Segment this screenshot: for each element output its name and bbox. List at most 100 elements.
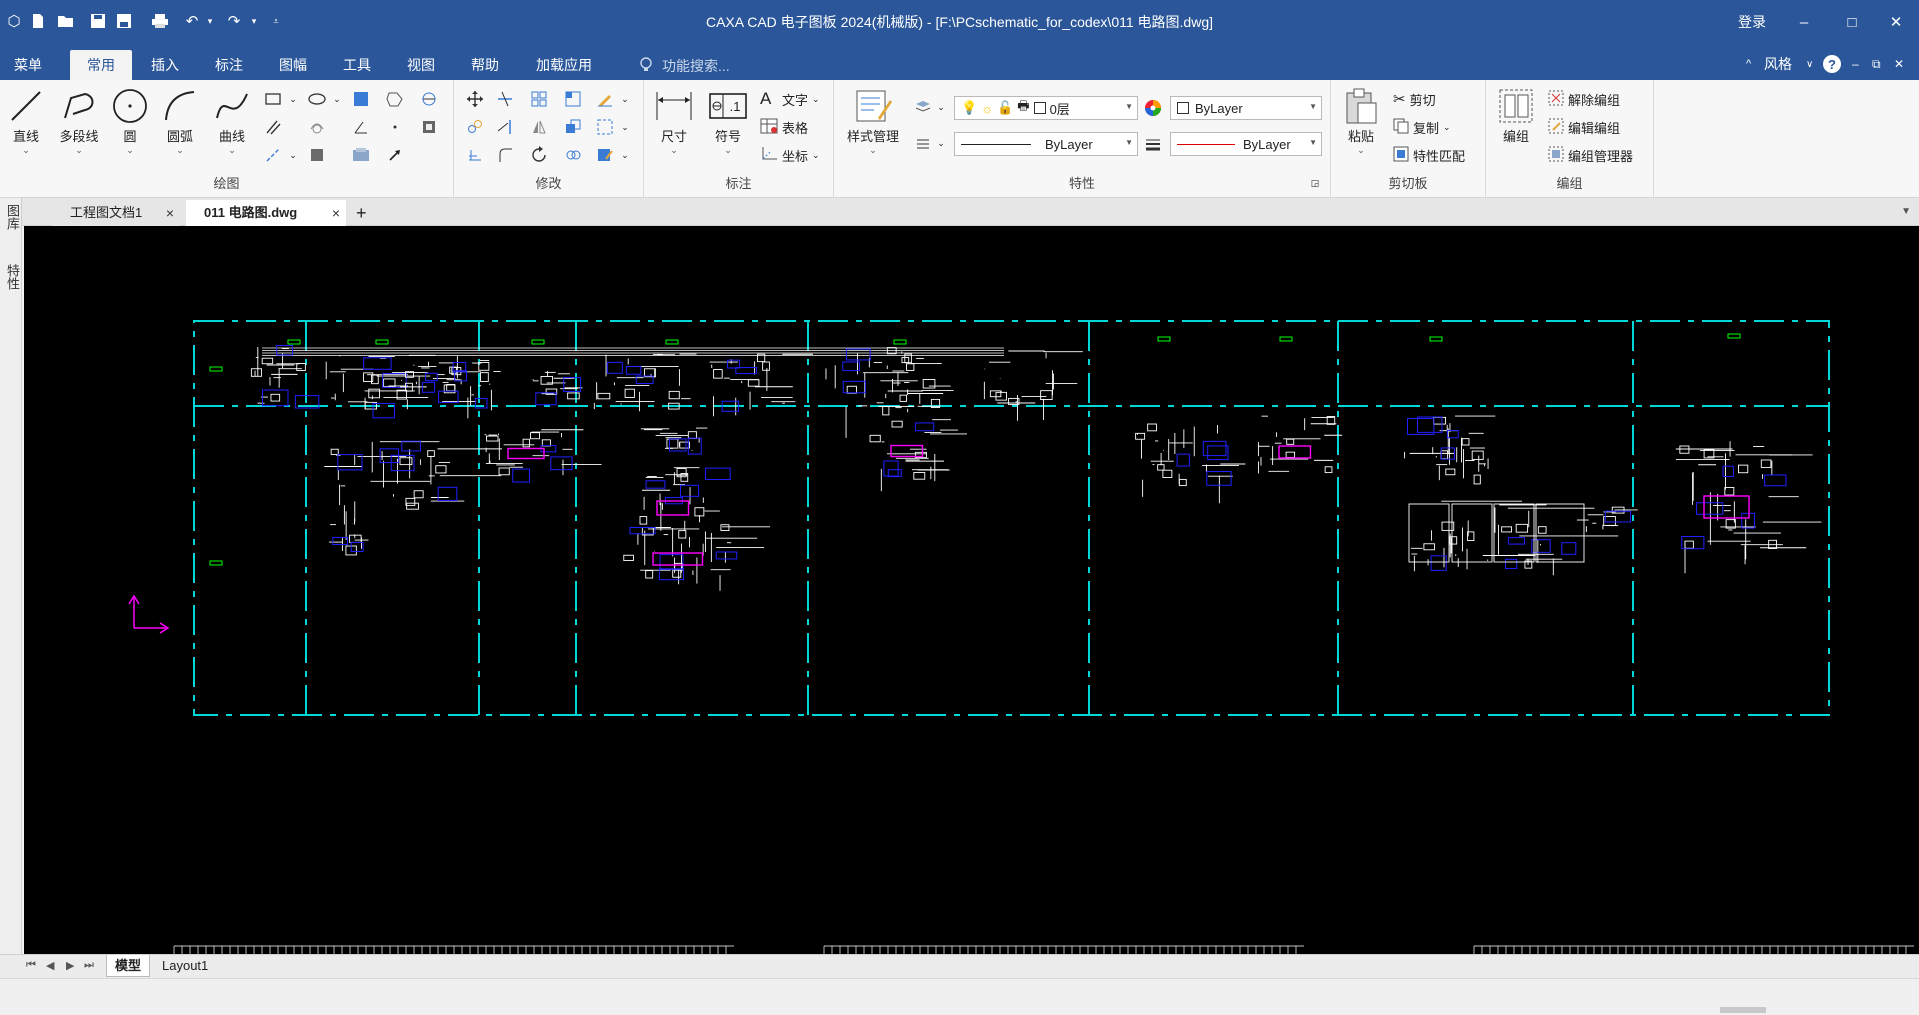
hatch-icon[interactable] (350, 88, 372, 110)
drawing-canvas[interactable] (24, 226, 1919, 954)
close-icon[interactable]: × (166, 200, 174, 226)
explode-icon[interactable] (562, 144, 584, 166)
component-box (869, 434, 881, 443)
match-properties-button[interactable]: 特性匹配 (1393, 144, 1465, 166)
tab-menu[interactable]: 菜单 (2, 50, 54, 80)
next-layout-icon[interactable]: ▶ (66, 959, 74, 972)
layer-combo[interactable]: 💡 ☼ 🔓 🖶 0层 ▼ (954, 96, 1138, 120)
mirror-icon[interactable] (528, 116, 550, 138)
arrow-draw-icon[interactable] (384, 144, 406, 166)
ellipse-icon[interactable] (306, 88, 328, 110)
prev-layout-icon[interactable]: ◀ (46, 959, 54, 972)
dimension-button[interactable]: 尺寸 ⌄ (652, 86, 696, 155)
centerline-dropdown-icon[interactable]: ⌄ (282, 144, 304, 166)
login-link[interactable]: 登录 (1738, 12, 1766, 32)
edit-pen-dropdown-icon[interactable]: ⌄ (614, 88, 636, 110)
dot-icon[interactable] (384, 116, 406, 138)
table-button[interactable]: 表格 (760, 116, 808, 138)
close-icon[interactable]: ✕ (1876, 8, 1916, 36)
coordinate-button[interactable]: 坐标 ⌄ (760, 144, 820, 166)
rotate-icon[interactable] (528, 144, 550, 166)
rectangle-dropdown-icon[interactable]: ⌄ (282, 88, 304, 110)
center-mark-icon[interactable] (418, 88, 440, 110)
break-dropdown-icon[interactable]: ⌄ (614, 116, 636, 138)
fill-icon[interactable] (306, 144, 328, 166)
trim-icon[interactable] (494, 88, 516, 110)
style-manager-button[interactable]: 样式管理 ⌄ (840, 86, 906, 155)
copy-object-icon[interactable] (464, 116, 486, 138)
circle-button[interactable]: 圆 ⌄ (108, 86, 152, 155)
edit-pen-icon[interactable] (594, 88, 616, 110)
close-icon[interactable]: × (332, 200, 340, 226)
text-button[interactable]: A 文字 ⌄ (760, 88, 820, 110)
polygon-icon[interactable] (384, 88, 406, 110)
stretch-icon[interactable] (562, 116, 584, 138)
rectangle-icon[interactable] (262, 88, 284, 110)
library-panel-tab[interactable]: 图库 (3, 204, 22, 230)
first-layout-icon[interactable]: ⏮ (26, 959, 36, 972)
linetype-combo[interactable]: ByLayer ▼ (954, 132, 1138, 156)
last-layout-icon[interactable]: ⏭ (84, 959, 94, 972)
point-icon[interactable] (306, 116, 328, 138)
image-icon[interactable] (350, 144, 372, 166)
block-icon[interactable] (418, 116, 440, 138)
cut-button[interactable]: ✂ 剪切 (1393, 88, 1436, 110)
doc-minimize-icon[interactable]: – (1852, 52, 1859, 76)
doc-tab-drawing1[interactable]: 工程图文档1 × (52, 200, 180, 226)
ungroup-button[interactable]: 解除编组 (1548, 88, 1620, 110)
properties-panel-tab[interactable]: 特性 (3, 264, 22, 290)
edit-box-dropdown-icon[interactable]: ⌄ (614, 144, 636, 166)
scale-box-icon[interactable] (562, 88, 584, 110)
group-manager-button[interactable]: 编组管理器 (1548, 144, 1633, 166)
tab-load-apps[interactable]: 加载应用 (526, 50, 602, 80)
tab-sheet[interactable]: 图幅 (268, 50, 318, 80)
new-tab-icon[interactable]: + (350, 200, 376, 226)
centerline-icon[interactable] (262, 144, 284, 166)
copy-button[interactable]: 复制 ⌄ (1393, 116, 1451, 138)
horizontal-scrollbar-thumb[interactable] (1720, 1007, 1766, 1013)
paste-button[interactable]: 粘贴 ⌄ (1339, 86, 1383, 155)
collapse-ribbon-icon[interactable]: ^ (1746, 52, 1751, 76)
tab-common[interactable]: 常用 (70, 50, 132, 80)
lineweight-combo[interactable]: ByLayer ▼ (1170, 132, 1322, 156)
polyline-button[interactable]: 多段线 ⌄ (54, 86, 104, 155)
ellipse-dropdown-icon[interactable]: ⌄ (326, 88, 348, 110)
tab-model[interactable]: 模型 (106, 955, 151, 977)
tab-list-dropdown-icon[interactable]: ▼ (1901, 206, 1911, 217)
group-button[interactable]: 编组 (1494, 86, 1538, 145)
style-dropdown-icon[interactable]: ∨ (1806, 52, 1813, 76)
minimize-icon[interactable]: – (1784, 8, 1824, 36)
break-icon[interactable] (594, 116, 616, 138)
parallel-line-icon[interactable] (262, 116, 284, 138)
tab-layout1[interactable]: Layout1 (154, 955, 216, 977)
doc-restore-icon[interactable]: ⧉ (1872, 52, 1881, 76)
color-combo[interactable]: ByLayer ▼ (1170, 96, 1322, 120)
feature-search[interactable]: 功能搜索... (640, 56, 730, 76)
tab-tools[interactable]: 工具 (332, 50, 382, 80)
maximize-icon[interactable]: □ (1832, 8, 1872, 36)
tab-view[interactable]: 视图 (396, 50, 446, 80)
line-button[interactable]: 直线 ⌄ (4, 86, 48, 155)
move-icon[interactable] (464, 88, 486, 110)
edit-box-icon[interactable] (594, 144, 616, 166)
tab-help[interactable]: 帮助 (460, 50, 510, 80)
arc-button[interactable]: 圆弧 ⌄ (158, 86, 202, 155)
offset-icon[interactable] (464, 144, 486, 166)
style-menu[interactable]: 风格 (1764, 52, 1792, 76)
doc-close-icon[interactable]: ✕ (1894, 52, 1904, 76)
curve-button[interactable]: 曲线 ⌄ (210, 86, 254, 155)
angle-line-icon[interactable] (350, 116, 372, 138)
lineweight-icon[interactable] (1142, 133, 1164, 155)
help-icon[interactable]: ? (1822, 52, 1842, 76)
symbol-button[interactable]: .1 符号 ⌄ (706, 86, 750, 155)
fillet-icon[interactable] (494, 144, 516, 166)
array-icon[interactable] (528, 88, 550, 110)
linetype-list-dropdown-icon[interactable]: ⌄ (930, 132, 952, 154)
tab-annotate[interactable]: 标注 (204, 50, 254, 80)
extend-icon[interactable] (494, 116, 516, 138)
color-wheel-icon[interactable] (1142, 97, 1164, 119)
doc-tab-circuit[interactable]: 011 电路图.dwg × (186, 200, 346, 226)
tab-insert[interactable]: 插入 (140, 50, 190, 80)
layer-states-dropdown-icon[interactable]: ⌄ (930, 96, 952, 118)
edit-group-button[interactable]: 编辑编组 (1548, 116, 1620, 138)
